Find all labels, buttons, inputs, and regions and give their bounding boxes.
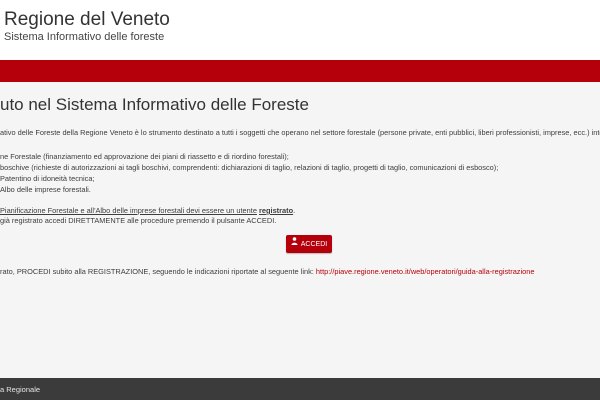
registration-note-bold: registrato xyxy=(259,206,294,215)
already-registered-text: già registrato accedi DIRETTAMENTE alle … xyxy=(0,216,277,225)
registration-note: Pianificazione Forestale e all'Albo dell… xyxy=(0,206,295,215)
accedi-button[interactable]: ACCEDI xyxy=(286,235,332,253)
site-subtitle: Sistema Informativo delle foreste xyxy=(4,31,165,43)
site-header: Regione del Veneto Sistema Informativo d… xyxy=(0,0,600,58)
registration-note-end: . xyxy=(293,206,296,215)
list-item: boschive (richieste di autorizzazioni ai… xyxy=(0,163,499,172)
navigation-bar xyxy=(0,60,600,82)
registration-note-text: Pianificazione Forestale e all'Albo dell… xyxy=(0,206,257,215)
intro-text: ativo delle Foreste della Regione Veneto… xyxy=(0,128,600,137)
site-footer: a Regionale xyxy=(0,378,600,400)
registration-guide-link[interactable]: http://piave.regione.veneto.it/web/opera… xyxy=(316,267,535,276)
site-title[interactable]: Regione del Veneto xyxy=(4,9,170,31)
list-item: Albo delle imprese forestali. xyxy=(0,185,91,194)
page-title: uto nel Sistema Informativo delle Forest… xyxy=(0,95,309,114)
list-item: ne Forestale (finanziamento ed approvazi… xyxy=(0,152,289,161)
main-content: uto nel Sistema Informativo delle Forest… xyxy=(0,82,600,378)
accedi-button-label: ACCEDI xyxy=(300,240,328,248)
footer-text: a Regionale xyxy=(0,385,41,394)
registration-instructions: rato, PROCEDI subito alla REGISTRAZIONE,… xyxy=(0,267,534,276)
registration-instructions-text: rato, PROCEDI subito alla REGISTRAZIONE,… xyxy=(0,267,314,276)
user-lock-icon xyxy=(291,235,298,253)
list-item: Patentino di idoneità tecnica; xyxy=(0,174,95,183)
